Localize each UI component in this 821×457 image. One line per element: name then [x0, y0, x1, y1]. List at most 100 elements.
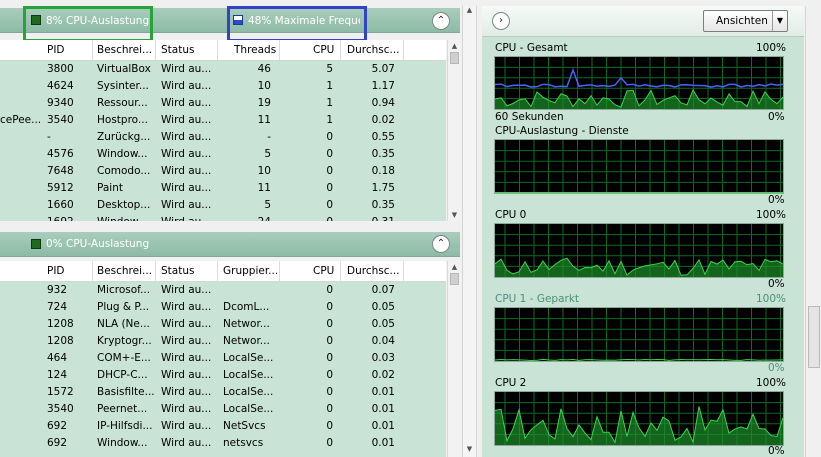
- graph-pane-toggle-button[interactable]: ›: [492, 12, 510, 30]
- cell-avg: 0.02: [371, 369, 395, 381]
- column-average-cpu[interactable]: Durchsc...: [347, 44, 400, 56]
- graph-min-services: 0%: [768, 194, 785, 206]
- cpu-process-table: cePee... 3800 VirtualBox Wird au... 46 5 5.07…: [0, 61, 446, 221]
- cell-desc: Sysinter...: [97, 80, 149, 92]
- table-row[interactable]: 932 Microsof... Wird au... 0 0.07: [0, 282, 446, 299]
- table-row[interactable]: 1208 Kryptogr... Wird au... Networ... 0 0.04: [0, 333, 446, 350]
- views-button-label: Ansichten: [716, 15, 768, 27]
- cell-group: Networ...: [223, 335, 270, 347]
- table-row[interactable]: 5912 Paint Wird au... 11 0 1.75: [0, 180, 446, 197]
- table-row[interactable]: 124 DHCP-C... Wird au... LocalSe... 0 0.02: [0, 367, 446, 384]
- table-row[interactable]: 3800 VirtualBox Wird au... 46 5 5.07: [0, 61, 446, 78]
- cell-pid: 3540: [47, 403, 74, 415]
- cell-avg: 5.07: [371, 63, 395, 75]
- table-row[interactable]: 7648 Comodo... Wird au... 10 0 0.18: [0, 163, 446, 180]
- cell-pid: 692: [47, 437, 68, 449]
- graph-pane-scrollbar[interactable]: [805, 6, 821, 457]
- column-cpu[interactable]: CPU: [313, 265, 334, 277]
- cell-cpu: 0: [326, 352, 333, 364]
- cell-desc: Hostpro...: [97, 114, 148, 126]
- column-cpu[interactable]: CPU: [313, 44, 334, 56]
- chevron-right-icon: ›: [499, 15, 503, 26]
- cell-cpu: 0: [326, 386, 333, 398]
- table-row[interactable]: 9340 Ressour... Wird au... 19 1 0.94: [0, 95, 446, 112]
- cell-status: Wird au...: [161, 318, 212, 330]
- cell-avg: 1.17: [371, 80, 395, 92]
- cell-cpu: 0: [326, 335, 333, 347]
- cell-pid: 5912: [47, 182, 74, 194]
- table-row[interactable]: 692 Window... Wird au... netsvcs 0 0.01: [0, 435, 446, 452]
- table-row[interactable]: 4624 Sysinter... Wird au... 10 1 1.17: [0, 78, 446, 95]
- cell-group: DcomL...: [223, 301, 270, 313]
- table-row[interactable]: 3540 Peernet... Wird au... LocalSe... 0 0.01: [0, 401, 446, 418]
- graph-title-total: CPU - Gesamt: [495, 42, 568, 54]
- views-button[interactable]: Ansichten ▼: [703, 10, 788, 32]
- cell-avg: 0.31: [372, 216, 395, 221]
- cell-pid: 1208: [47, 335, 74, 347]
- column-average-cpu[interactable]: Durchsc...: [347, 265, 400, 277]
- column-status[interactable]: Status: [161, 44, 194, 56]
- cell-pid: 9340: [47, 97, 74, 109]
- cell-status: Wird au...: [161, 301, 212, 313]
- cpu-column-header-row: PID Beschrei... Status Threads CPU Durch…: [0, 40, 446, 61]
- table-row[interactable]: 4576 Window... Wird au... 5 0 0.35: [0, 146, 446, 163]
- cpu-table-scrollbar[interactable]: ▲ ▼: [447, 40, 461, 221]
- cell-desc: VirtualBox: [97, 63, 151, 75]
- table-row[interactable]: 3540 Hostpro... Wird au... 11 1 0.02: [0, 112, 446, 129]
- main-scrollbar[interactable]: ▲ ▼: [462, 6, 477, 457]
- cell-status: Wird au...: [161, 165, 212, 177]
- cell-desc: Window...: [97, 437, 148, 449]
- cell-avg: 0.02: [371, 114, 395, 126]
- cell-group: NetSvcs: [223, 420, 266, 432]
- cell-avg: 0.01: [371, 403, 395, 415]
- table-row[interactable]: 1660 Desktop... Wird au... 5 0 0.35: [0, 197, 446, 214]
- cell-status: Wird au...: [161, 131, 212, 143]
- cpu-total-graph: [494, 56, 784, 110]
- cell-status: Wird au...: [161, 216, 211, 221]
- cpu-usage-summary: 8% CPU-Auslastung: [46, 15, 150, 27]
- table-row[interactable]: 1208 NLA (Ne... Wird au... Networ... 0 0.05: [0, 316, 446, 333]
- cell-threads: 5: [264, 199, 271, 211]
- cell-group: LocalSe...: [223, 386, 274, 398]
- cell-threads: -: [267, 131, 271, 143]
- graph-min-cpu2: 0%: [768, 445, 785, 457]
- cpu-panel-collapse-button[interactable]: ⌃: [432, 12, 450, 30]
- cell-avg: 0.04: [371, 335, 395, 347]
- column-description[interactable]: Beschrei...: [97, 44, 152, 56]
- cell-status: Wird au...: [161, 97, 212, 109]
- cell-desc: Basisfilte...: [97, 386, 155, 398]
- service-table-scrollbar[interactable]: ▲: [447, 261, 461, 457]
- cell-desc: Microsof...: [97, 284, 151, 296]
- cell-cpu: 1: [326, 80, 333, 92]
- table-row[interactable]: 692 IP-Hilfsdi... Wird au... NetSvcs 0 0.01: [0, 418, 446, 435]
- cell-threads: 10: [257, 165, 271, 177]
- table-row[interactable]: 1572 Basisfilte... Wird au... LocalSe... 0 0.…: [0, 384, 446, 401]
- cell-cpu: 0: [326, 420, 333, 432]
- column-group[interactable]: Gruppier...: [223, 265, 278, 277]
- cell-status: Wird au...: [161, 199, 212, 211]
- service-table: 932 Microsof... Wird au... 0 0.07 724 Plug & P…: [0, 282, 446, 457]
- service-panel-collapse-button[interactable]: ⌃: [432, 235, 450, 253]
- cell-cpu: 0: [326, 301, 333, 313]
- column-description[interactable]: Beschrei...: [97, 265, 152, 277]
- column-pid[interactable]: PID: [47, 265, 65, 277]
- table-row[interactable]: 724 Plug & P... Wird au... DcomL... 0 0.05: [0, 299, 446, 316]
- column-threads[interactable]: Threads: [234, 44, 276, 56]
- column-pid[interactable]: PID: [47, 44, 65, 56]
- cell-threads: 10: [257, 80, 271, 92]
- cell-status: Wird au...: [161, 148, 212, 160]
- table-row[interactable]: 464 COM+-E... Wird au... LocalSe... 0 0.03: [0, 350, 446, 367]
- cell-pid: 692: [47, 420, 68, 432]
- cell-cpu: 0: [326, 131, 333, 143]
- max-frequency-indicator-icon: [233, 15, 243, 25]
- cell-desc: Comodo...: [97, 165, 151, 177]
- table-row[interactable]: - Zurückg... Wird au... - 0 0.55: [0, 129, 446, 146]
- cell-avg: 0.35: [371, 199, 395, 211]
- cell-pid: 1660: [47, 199, 74, 211]
- cell-status: Wird au...: [161, 335, 212, 347]
- cell-group: LocalSe...: [223, 403, 274, 415]
- column-status[interactable]: Status: [161, 265, 194, 277]
- graph-min-cpu1: 0%: [768, 362, 785, 374]
- table-row[interactable]: 1692 Window... Wird au... 24 0 0.31: [0, 214, 446, 221]
- cell-cpu: 1: [326, 97, 333, 109]
